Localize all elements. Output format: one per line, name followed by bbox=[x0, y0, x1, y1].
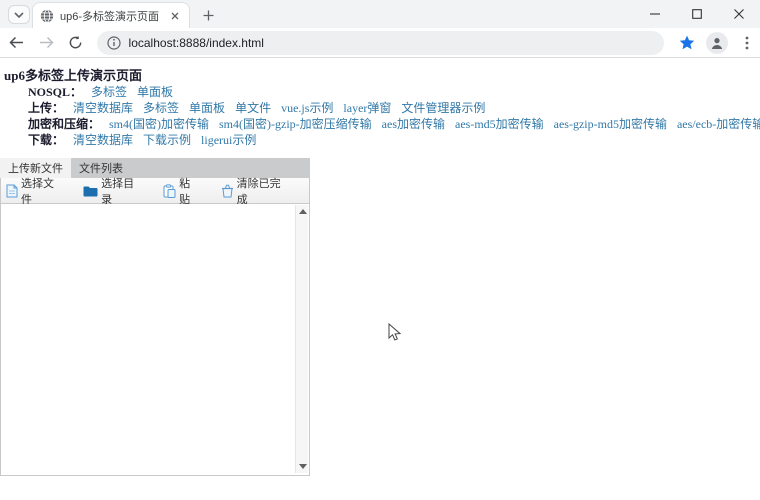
link[interactable]: 下载示例 bbox=[143, 133, 191, 147]
link[interactable]: aes-gzip-md5加密传输 bbox=[554, 117, 667, 131]
link[interactable]: 多标签 bbox=[91, 85, 127, 99]
browser-menu-button[interactable] bbox=[734, 30, 760, 56]
select-directory-button[interactable]: 选择目录 bbox=[83, 175, 141, 207]
cursor-arrow-icon bbox=[388, 323, 401, 342]
clear-completed-label: 清除已完成 bbox=[237, 175, 287, 207]
site-info-icon[interactable] bbox=[107, 36, 121, 50]
mouse-cursor bbox=[388, 323, 401, 347]
scroll-down-icon[interactable] bbox=[299, 464, 307, 469]
upload-list-area bbox=[0, 204, 310, 476]
tab-search-button[interactable] bbox=[8, 5, 30, 24]
link[interactable]: layer弹窗 bbox=[343, 101, 391, 115]
link[interactable]: vue.js示例 bbox=[281, 101, 333, 115]
upload-links-row: 上传： 清空数据库 多标签 单面板 单文件 vue.js示例 layer弹窗 文… bbox=[28, 99, 492, 116]
row-label: 上传： bbox=[28, 101, 64, 115]
link[interactable]: 多标签 bbox=[143, 101, 179, 115]
browser-tab[interactable]: up6-多标签演示页面 bbox=[32, 2, 190, 28]
forward-button[interactable] bbox=[34, 30, 60, 56]
link[interactable]: aes-md5加密传输 bbox=[455, 117, 544, 131]
upload-panel: 上传新文件 文件列表 选择文件 bbox=[0, 158, 310, 476]
globe-favicon-icon bbox=[40, 9, 54, 23]
window-minimize-button[interactable] bbox=[634, 0, 676, 28]
browser-toolbar: localhost:8888/index.html bbox=[0, 28, 760, 58]
link[interactable]: 清空数据库 bbox=[73, 101, 133, 115]
select-file-button[interactable]: 选择文件 bbox=[6, 175, 61, 207]
link[interactable]: 单面板 bbox=[137, 85, 173, 99]
link[interactable]: ligerui示例 bbox=[201, 133, 256, 147]
new-tab-button[interactable] bbox=[198, 5, 218, 25]
minimize-icon bbox=[650, 9, 660, 19]
reload-button[interactable] bbox=[63, 30, 89, 56]
tab-close-icon[interactable] bbox=[167, 8, 182, 23]
encryption-links-row: 加密和压缩： sm4(国密)加密传输 sm4(国密)-gzip-加密压缩传输 a… bbox=[28, 115, 760, 132]
window-close-button[interactable] bbox=[718, 0, 760, 28]
clear-icon bbox=[221, 184, 234, 198]
plus-icon bbox=[203, 10, 214, 21]
chevron-down-icon bbox=[14, 12, 24, 18]
link[interactable]: sm4(国密)-gzip-加密压缩传输 bbox=[219, 117, 372, 131]
person-icon bbox=[710, 36, 724, 50]
reload-icon bbox=[68, 35, 83, 50]
select-directory-label: 选择目录 bbox=[101, 175, 141, 207]
paste-button[interactable]: 粘贴 bbox=[163, 175, 199, 207]
page-content: up6多标签上传演示页面 NOSQL： 多标签 单面板 上传： 清空数据库 多标… bbox=[0, 59, 760, 500]
link[interactable]: aes加密传输 bbox=[382, 117, 445, 131]
clear-completed-button[interactable]: 清除已完成 bbox=[221, 175, 287, 207]
link[interactable]: 清空数据库 bbox=[73, 133, 133, 147]
link[interactable]: 单文件 bbox=[235, 101, 271, 115]
browser-tabstrip: up6-多标签演示页面 bbox=[0, 0, 760, 28]
kebab-menu-icon bbox=[745, 36, 749, 50]
select-file-label: 选择文件 bbox=[21, 175, 61, 207]
download-links-row: 下载： 清空数据库 下载示例 ligerui示例 bbox=[28, 131, 263, 148]
profile-button[interactable] bbox=[704, 30, 730, 56]
tab-title: up6-多标签演示页面 bbox=[60, 8, 167, 24]
toolbar-right bbox=[670, 30, 760, 56]
folder-icon bbox=[83, 185, 98, 197]
star-icon bbox=[679, 35, 695, 50]
scroll-up-icon[interactable] bbox=[299, 209, 307, 214]
window-controls bbox=[634, 0, 760, 28]
paste-icon bbox=[163, 184, 176, 198]
row-label: NOSQL： bbox=[28, 85, 82, 99]
row-label: 加密和压缩： bbox=[28, 117, 100, 131]
link[interactable]: sm4(国密)加密传输 bbox=[109, 117, 209, 131]
page-title: up6多标签上传演示页面 bbox=[4, 65, 142, 84]
panel-toolbar: 选择文件 选择目录 粘贴 bbox=[0, 178, 310, 204]
paste-label: 粘贴 bbox=[179, 175, 199, 207]
link[interactable]: 单面板 bbox=[189, 101, 225, 115]
forward-arrow-icon bbox=[39, 36, 54, 49]
url-text[interactable]: localhost:8888/index.html bbox=[129, 36, 264, 50]
scrollbar[interactable] bbox=[295, 205, 308, 473]
back-button[interactable] bbox=[4, 30, 30, 56]
bookmark-star-button[interactable] bbox=[674, 30, 700, 56]
maximize-icon bbox=[692, 9, 702, 19]
back-arrow-icon bbox=[9, 36, 24, 49]
link[interactable]: 文件管理器示例 bbox=[401, 101, 485, 115]
row-label: 下载： bbox=[28, 133, 64, 147]
nosql-links-row: NOSQL： 多标签 单面板 bbox=[28, 83, 180, 100]
close-icon bbox=[734, 9, 744, 19]
file-icon bbox=[6, 184, 18, 198]
avatar bbox=[706, 32, 728, 54]
address-bar[interactable]: localhost:8888/index.html bbox=[97, 31, 664, 55]
link[interactable]: aes/ecb-加密传输 bbox=[677, 117, 760, 131]
window-maximize-button[interactable] bbox=[676, 0, 718, 28]
